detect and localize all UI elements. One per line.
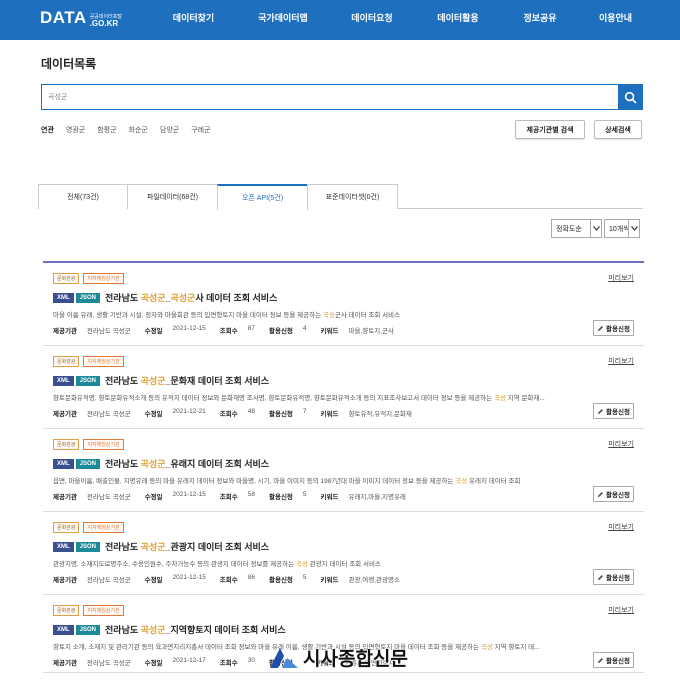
type-badge: 지자체임상기관 [83,356,124,367]
type-badge: 지자체임상기관 [83,439,124,450]
search-box [41,84,643,110]
tab-standard-dataset[interactable]: 표준데이터셋(0건) [307,184,398,209]
nav-data-request[interactable]: 데이터요청 [329,0,415,40]
item-description: 마을 이름 유래, 생활 기반과 시설, 정자와 마을회관 등의 입면형토지 마… [53,312,401,319]
list-item: 문화관광 지자체임상기관 미리보기 XML JSON 전라남도 곡성군_유래지 … [43,429,644,512]
item-title[interactable]: 전라남도 곡성군_지역향토지 데이터 조회 서비스 [105,623,286,636]
preview-link[interactable]: 미리보기 [608,605,634,615]
item-meta: 제공기관 전라남도 곡성군 수정일 2021-12-15 조회수 86 활용신청 5 키… [53,574,400,584]
apply-button[interactable]: 활용신청 [593,320,634,336]
page-title: 데이터목록 [41,57,97,71]
json-format-badge: JSON [75,541,101,552]
item-title[interactable]: 전라남도 곡성군_관광지 데이터 조회 서비스 [105,540,269,553]
chevron-down-icon [628,220,639,237]
nav-info-share[interactable]: 정보공유 [501,0,579,40]
pencil-icon [597,657,604,663]
preview-link[interactable]: 미리보기 [608,522,634,532]
site-logo[interactable]: DATA 공공데이터포털 .GO.KR [40,8,122,28]
pencil-icon [597,574,604,580]
category-badge: 문화관광 [53,605,80,616]
category-badge: 문화관광 [53,439,80,450]
detail-search-button[interactable]: 상세검색 [594,120,642,139]
logo-text: DATA [40,8,87,27]
main-nav: 데이터찾기 국가데이터맵 데이터요청 데이터활용 정보공유 이용안내 [150,0,652,40]
xml-format-badge: XML [53,375,74,386]
related-keyword[interactable]: 화순군 [129,125,148,135]
org-search-button[interactable]: 제공기관별 검색 [515,120,585,139]
newspaper-watermark: 시사종합신문 [268,644,408,671]
logo-domain: .GO.KR [89,19,119,28]
tab-file-data[interactable]: 파일데이터(68건) [127,184,218,209]
xml-format-badge: XML [53,292,74,303]
xml-format-badge: XML [53,458,74,469]
list-item: 문화관광 지자체임상기관 미리보기 XML JSON 전라남도 곡성군_문화재 … [43,346,644,429]
sort-order-value: 정확도순 [556,225,582,233]
related-keyword[interactable]: 영광군 [66,125,85,135]
json-format-badge: JSON [75,375,101,386]
per-page-value: 10개씩 [609,225,630,233]
item-title[interactable]: 전라남도 곡성군_문화재 데이터 조회 서비스 [105,374,269,387]
item-meta: 제공기관 전라남도 곡성군 수정일 2021-12-15 조회수 58 활용신청 5 키… [53,491,406,501]
type-badge: 지자체임상기관 [83,273,124,284]
pencil-icon [597,408,604,414]
apply-button[interactable]: 활용신청 [593,652,634,668]
search-input[interactable] [42,85,618,109]
preview-link[interactable]: 미리보기 [608,273,634,283]
item-title[interactable]: 전라남도 곡성군_곡성군사 데이터 조회 서비스 [105,291,277,304]
watermark-text: 시사종합신문 [303,649,408,670]
related-keyword[interactable]: 구례군 [191,125,210,135]
xml-format-badge: XML [53,624,74,635]
apply-button[interactable]: 활용신청 [593,486,634,502]
nav-data-map[interactable]: 국가데이터맵 [237,0,329,40]
nav-data-search[interactable]: 데이터찾기 [150,0,237,40]
category-badge: 문화관광 [53,356,80,367]
result-tabs: 전체(73건) 파일데이터(68건) 오픈 API(5건) 표준데이터셋(0건) [38,184,643,210]
top-navigation-bar: DATA 공공데이터포털 .GO.KR 데이터찾기 국가데이터맵 데이터요청 데… [0,0,680,40]
category-badge: 문화관광 [53,273,80,284]
related-keyword[interactable]: 담양군 [160,125,179,135]
item-description: 향토문화유적명, 향토문화유적소개 등의 유적지 데이터 정보와 문화재명 조사… [53,395,545,402]
tab-open-api[interactable]: 오픈 API(5건) [217,184,308,210]
category-badge: 문화관광 [53,522,80,533]
search-button[interactable] [618,85,642,109]
result-list: 문화관광 지자체임상기관 미리보기 XML JSON 전라남도 곡성군_곡성군사… [43,261,644,673]
item-title[interactable]: 전라남도 곡성군_유래지 데이터 조회 서비스 [105,457,269,470]
type-badge: 지자체임상기관 [83,522,124,533]
preview-link[interactable]: 미리보기 [608,356,634,366]
item-meta: 제공기관 전라남도 곡성군 수정일 2021-12-21 조회수 48 활용신청 7 키… [53,408,412,418]
nav-data-usage[interactable]: 데이터활용 [415,0,501,40]
item-description: 읍면, 마을이름, 배출인물, 지명유래 등의 마을 유래지 데이터 정보와 마… [53,478,521,485]
sort-order-select[interactable]: 정확도순 [551,219,602,238]
newspaper-logo-icon [270,647,298,668]
xml-format-badge: XML [53,541,74,552]
json-format-badge: JSON [75,624,101,635]
list-item: 문화관광 지자체임상기관 미리보기 XML JSON 전라남도 곡성군_관광지 … [43,512,644,595]
apply-button[interactable]: 활용신청 [593,403,634,419]
per-page-select[interactable]: 10개씩 [604,219,640,238]
pencil-icon [597,325,604,331]
item-meta: 제공기관 전라남도 곡성군 수정일 2021-12-15 조회수 87 활용신청 4 키… [53,325,394,335]
item-description: 관광지명, 소재지도로명주소, 수용인원수, 주차가능수 등의 관광지 데이터 … [53,561,381,568]
json-format-badge: JSON [75,292,101,303]
nav-guide[interactable]: 이용안내 [579,0,652,40]
tab-all[interactable]: 전체(73건) [38,184,128,209]
list-item: 문화관광 지자체임상기관 미리보기 XML JSON 전라남도 곡성군_곡성군사… [43,263,644,346]
preview-link[interactable]: 미리보기 [608,439,634,449]
related-label: 연관 [41,127,54,134]
chevron-down-icon [590,220,601,237]
search-icon [624,91,637,104]
related-keyword[interactable]: 함평군 [97,125,116,135]
related-keywords: 연관 영광군 함평군 화순군 담양군 구례군 [41,125,223,135]
type-badge: 지자체임상기관 [83,605,124,616]
apply-button[interactable]: 활용신청 [593,569,634,585]
pencil-icon [597,491,604,497]
json-format-badge: JSON [75,458,101,469]
